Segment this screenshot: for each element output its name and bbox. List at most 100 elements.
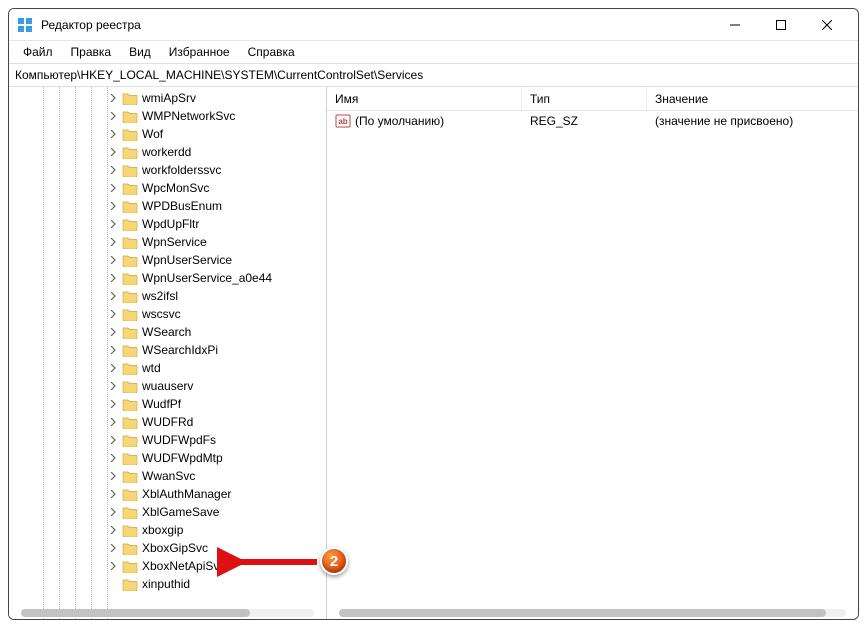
cell-value: (значение не присвоено) [647, 114, 858, 128]
tree-item-xblgamesave[interactable]: XblGameSave [9, 503, 326, 521]
tree-item-wuauserv[interactable]: wuauserv [9, 377, 326, 395]
cell-name: ab(По умолчанию) [327, 113, 522, 129]
chevron-right-icon[interactable] [107, 218, 119, 230]
chevron-right-icon[interactable] [107, 326, 119, 338]
chevron-right-icon[interactable] [107, 524, 119, 536]
menubar: Файл Правка Вид Избранное Справка [9, 41, 858, 63]
chevron-right-icon[interactable] [107, 110, 119, 122]
tree-item-wudfwpdfs[interactable]: WUDFWpdFs [9, 431, 326, 449]
chevron-right-icon[interactable] [107, 362, 119, 374]
chevron-right-icon[interactable] [107, 92, 119, 104]
folder-icon [122, 235, 138, 249]
tree-item-label: XboxNetApiSvc [142, 559, 225, 573]
menu-view[interactable]: Вид [121, 43, 159, 61]
menu-file[interactable]: Файл [15, 43, 61, 61]
tree-item-xboxnetapisvc[interactable]: XboxNetApiSvc [9, 557, 326, 575]
folder-icon [122, 145, 138, 159]
tree-item-label: wuauserv [142, 379, 193, 393]
chevron-right-icon[interactable] [107, 452, 119, 464]
chevron-right-icon[interactable] [107, 560, 119, 572]
address-bar[interactable]: Компьютер\HKEY_LOCAL_MACHINE\SYSTEM\Curr… [9, 63, 858, 87]
chevron-right-icon[interactable] [107, 470, 119, 482]
list-row[interactable]: ab(По умолчанию)REG_SZ(значение не присв… [327, 111, 858, 131]
col-name[interactable]: Имя [327, 87, 522, 110]
chevron-right-icon[interactable] [107, 344, 119, 356]
chevron-right-icon[interactable] [107, 200, 119, 212]
tree-item-wwansvc[interactable]: WwanSvc [9, 467, 326, 485]
string-value-icon: ab [335, 113, 351, 129]
chevron-right-icon[interactable] [107, 506, 119, 518]
folder-icon [122, 433, 138, 447]
tree-item-workerdd[interactable]: workerdd [9, 143, 326, 161]
tree-hscroll[interactable] [21, 609, 314, 617]
chevron-right-icon[interactable] [107, 272, 119, 284]
maximize-button[interactable] [758, 9, 804, 41]
tree-item-xboxgip[interactable]: xboxgip [9, 521, 326, 539]
tree-item-label: xboxgip [142, 523, 183, 537]
tree-item-wmpnetworksvc[interactable]: WMPNetworkSvc [9, 107, 326, 125]
tree-item-label: workfolderssvc [142, 163, 221, 177]
folder-icon [122, 451, 138, 465]
tree-item-wtd[interactable]: wtd [9, 359, 326, 377]
tree-item-wudfpf[interactable]: WudfPf [9, 395, 326, 413]
tree-item-label: wscsvc [142, 307, 181, 321]
tree-item-label: WUDFRd [142, 415, 193, 429]
menu-help[interactable]: Справка [240, 43, 303, 61]
col-value[interactable]: Значение [647, 87, 858, 110]
chevron-right-icon[interactable] [107, 542, 119, 554]
tree-item-wmiapsrv[interactable]: wmiApSrv [9, 89, 326, 107]
chevron-right-icon[interactable] [107, 164, 119, 176]
tree-item-wpnuserservice[interactable]: WpnUserService [9, 251, 326, 269]
tree-pane[interactable]: wmiApSrv WMPNetworkSvc Wof workerdd workfold… [9, 87, 327, 619]
menu-favorites[interactable]: Избранное [161, 43, 238, 61]
tree-item-wsearch[interactable]: WSearch [9, 323, 326, 341]
tree-item-wpcmonsvc[interactable]: WpcMonSvc [9, 179, 326, 197]
tree-item-label: WpnService [142, 235, 207, 249]
tree-item-label: Wof [142, 127, 163, 141]
col-type[interactable]: Тип [522, 87, 647, 110]
tree-item-label: XboxGipSvc [142, 541, 208, 555]
chevron-right-icon[interactable] [107, 146, 119, 158]
chevron-right-icon[interactable] [107, 182, 119, 194]
tree-item-wsearchidxpi[interactable]: WSearchIdxPi [9, 341, 326, 359]
tree-item-xinputhid[interactable]: xinputhid [9, 575, 326, 593]
chevron-right-icon[interactable] [107, 416, 119, 428]
tree-item-label: wmiApSrv [142, 91, 196, 105]
tree-item-label: WSearchIdxPi [142, 343, 218, 357]
tree-item-wpnuserservice_a0e44[interactable]: WpnUserService_a0e44 [9, 269, 326, 287]
list-pane[interactable]: Имя Тип Значение ab(По умолчанию)REG_SZ(… [327, 87, 858, 619]
close-button[interactable] [804, 9, 850, 41]
folder-icon [122, 469, 138, 483]
menu-edit[interactable]: Правка [63, 43, 120, 61]
folder-icon [122, 199, 138, 213]
svg-text:ab: ab [338, 117, 347, 126]
tree-item-label: XblGameSave [142, 505, 219, 519]
chevron-right-icon[interactable] [107, 236, 119, 248]
tree-item-workfolderssvc[interactable]: workfolderssvc [9, 161, 326, 179]
tree-item-wpdupfltr[interactable]: WpdUpFltr [9, 215, 326, 233]
chevron-right-icon[interactable] [107, 434, 119, 446]
folder-icon [122, 325, 138, 339]
chevron-right-icon[interactable] [107, 308, 119, 320]
chevron-right-icon[interactable] [107, 488, 119, 500]
tree-item-label: workerdd [142, 145, 191, 159]
minimize-button[interactable] [712, 9, 758, 41]
tree-item-label: WSearch [142, 325, 191, 339]
chevron-right-icon[interactable] [107, 380, 119, 392]
tree-item-wof[interactable]: Wof [9, 125, 326, 143]
tree-item-xblauthmanager[interactable]: XblAuthManager [9, 485, 326, 503]
chevron-right-icon[interactable] [107, 290, 119, 302]
chevron-right-icon[interactable] [107, 254, 119, 266]
folder-icon [122, 487, 138, 501]
tree-item-wscsvc[interactable]: wscsvc [9, 305, 326, 323]
chevron-right-icon[interactable] [107, 128, 119, 140]
tree-item-wpdbusenum[interactable]: WPDBusEnum [9, 197, 326, 215]
tree-item-wpnservice[interactable]: WpnService [9, 233, 326, 251]
tree-item-wudfwpdmtp[interactable]: WUDFWpdMtp [9, 449, 326, 467]
list-hscroll[interactable] [339, 609, 846, 617]
tree-item-ws2ifsl[interactable]: ws2ifsl [9, 287, 326, 305]
chevron-right-icon[interactable] [107, 398, 119, 410]
tree-item-xboxgipsvc[interactable]: XboxGipSvc [9, 539, 326, 557]
window-title: Редактор реестра [41, 18, 141, 32]
tree-item-wudfrd[interactable]: WUDFRd [9, 413, 326, 431]
